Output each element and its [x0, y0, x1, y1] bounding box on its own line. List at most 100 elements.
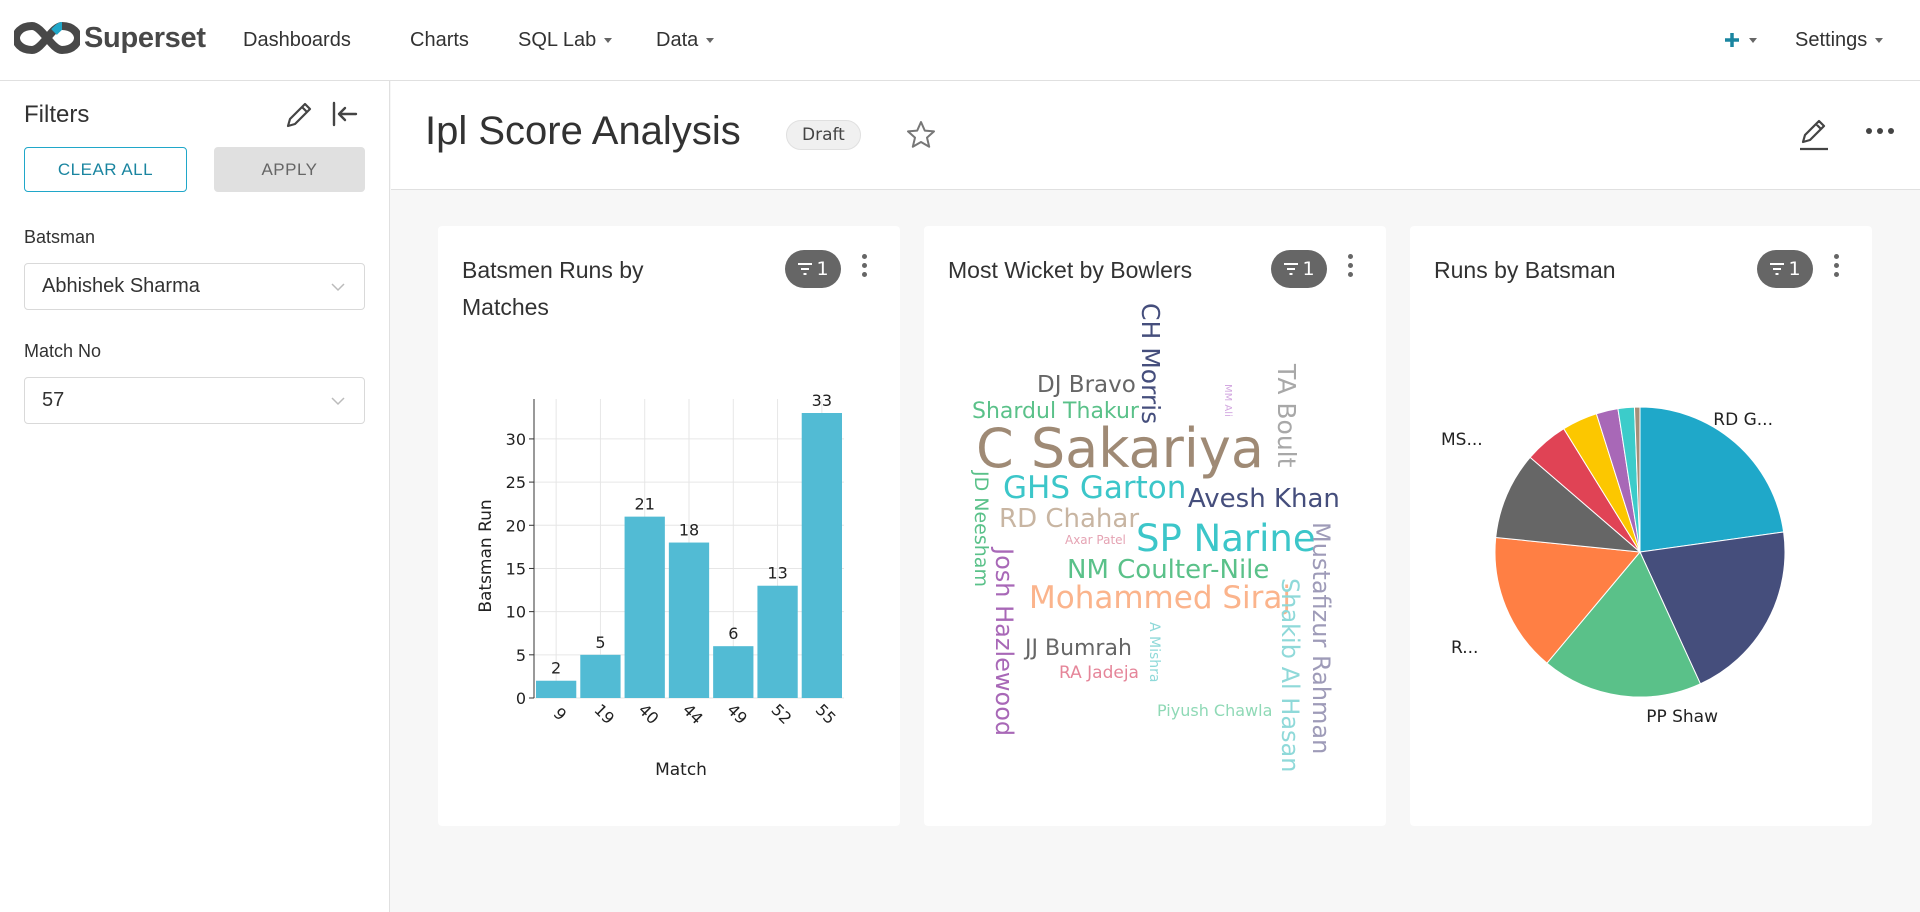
filters-title: Filters	[24, 101, 90, 128]
x-axis-label: Match	[655, 760, 707, 780]
pie-slice-label: RD G...	[1713, 410, 1773, 430]
nav-settings-label: Settings	[1795, 28, 1868, 51]
word-cloud-word: MM Ali	[1222, 384, 1233, 417]
bar-value-label: 5	[595, 633, 605, 652]
caret-down-icon	[1875, 37, 1884, 43]
nav-dashboards[interactable]: Dashboards	[243, 0, 351, 80]
x-tick-label: 19	[590, 700, 618, 728]
superset-logo[interactable]: Superset	[14, 18, 206, 58]
nav-sql-lab-label: SQL Lab	[518, 28, 597, 51]
y-tick-label: 5	[516, 646, 526, 665]
nav-charts-label: Charts	[410, 28, 469, 51]
dashboard-title[interactable]: Ipl Score Analysis	[425, 109, 741, 154]
word-cloud-word: SP Narine	[1136, 517, 1316, 560]
word-cloud-word: NM Coulter-Nile	[1067, 555, 1269, 585]
batsman-select[interactable]: Abhishek Sharma	[24, 263, 365, 310]
match-select-value: 57	[42, 389, 65, 411]
word-cloud-word: Shardul Thakur	[972, 399, 1140, 424]
edit-dashboard-icon[interactable]	[1797, 116, 1831, 152]
word-cloud-word: GHS Garton	[1003, 470, 1186, 506]
x-tick-label: 49	[723, 700, 751, 728]
y-axis-label: Batsman Run	[476, 499, 496, 612]
star-icon[interactable]	[905, 119, 937, 151]
word-cloud-word: Avesh Khan	[1188, 484, 1340, 514]
caret-down-icon	[1749, 37, 1757, 43]
match-select[interactable]: 57	[24, 377, 365, 424]
new-item-menu[interactable]	[1723, 0, 1757, 80]
bar-match-52	[757, 585, 798, 698]
caret-down-icon	[604, 37, 613, 43]
nav-sql-lab[interactable]: SQL Lab	[518, 0, 613, 80]
pie-chart: RD G... PP Shaw R... MS...	[1441, 406, 1786, 727]
pie-slice-label: PP Shaw	[1646, 707, 1718, 727]
bar-value-label: 18	[679, 521, 699, 540]
bar-value-label: 21	[635, 495, 655, 514]
pencil-icon[interactable]	[283, 99, 315, 131]
word-cloud-word: A Mishra	[1146, 622, 1162, 683]
y-tick-label: 30	[506, 430, 526, 449]
pie-slice-label: R...	[1451, 638, 1478, 658]
bar-match-19	[580, 654, 621, 698]
nav-data[interactable]: Data	[656, 0, 715, 80]
word-cloud-word: JD Neesham	[970, 470, 992, 587]
word-cloud-word: Axar Patel	[1065, 533, 1126, 547]
plus-icon	[1725, 33, 1739, 47]
chart-card-runs-by-batsman: Runs by Batsman 1 RD G... PP Shaw R... MS..…	[1410, 226, 1872, 826]
bar-value-label: 2	[551, 659, 561, 678]
x-tick-label: 40	[635, 700, 663, 728]
word-cloud-word: RD Chahar	[999, 504, 1139, 534]
chevron-down-icon	[331, 397, 345, 406]
word-cloud-word: Josh Hazlewood	[990, 546, 1018, 736]
x-tick-label: 55	[812, 700, 840, 728]
bar-chart: 0 5 10 15 20 25 30 2 9 5 19 21 40 18 44 6 49 13 52 33 55 Matc…	[476, 391, 844, 780]
batsman-filter-label: Batsman	[24, 227, 96, 247]
bar-value-label: 33	[812, 391, 832, 410]
filters-sidebar: Filters CLEAR ALL APPLY Batsman Abhishek…	[0, 81, 390, 912]
bar-match-44	[668, 542, 710, 698]
word-cloud-word: Mustafizur Rahman	[1307, 522, 1335, 754]
top-navbar: Superset Dashboards Charts SQL Lab Data …	[0, 0, 1920, 81]
x-tick-label: 52	[768, 700, 796, 728]
word-cloud-word: TA Boult	[1272, 363, 1301, 468]
apply-button[interactable]: APPLY	[214, 147, 365, 192]
logo-text: Superset	[84, 21, 206, 54]
y-tick-label: 25	[506, 473, 526, 492]
clear-all-button[interactable]: CLEAR ALL	[24, 147, 187, 192]
x-tick-label: 9	[550, 704, 571, 725]
chevron-down-icon	[331, 283, 345, 292]
caret-down-icon	[706, 37, 715, 43]
bar-match-55	[801, 413, 842, 698]
nav-settings[interactable]: Settings	[1795, 0, 1884, 80]
bar-match-40	[624, 516, 665, 698]
word-cloud-word: Piyush Chawla	[1157, 701, 1272, 720]
y-tick-label: 0	[516, 689, 526, 708]
word-cloud-word: RA Jadeja	[1059, 663, 1139, 683]
batsman-select-value: Abhishek Sharma	[42, 275, 200, 297]
nav-data-label: Data	[656, 28, 699, 51]
word-cloud-word: JJ Bumrah	[1023, 636, 1132, 661]
word-cloud: C SakariyaSP NarineGHS GartonMohammed Si…	[970, 303, 1340, 772]
word-cloud-word: Shakib Al Hasan	[1276, 578, 1304, 772]
word-cloud-word: CH Morris	[1136, 303, 1165, 424]
word-cloud-word: DJ Bravo	[1037, 372, 1136, 398]
collapse-sidebar-icon[interactable]	[330, 99, 360, 129]
chart-card-most-wickets: Most Wicket by Bowlers 1 C Sakariya SP Na…	[924, 226, 1386, 826]
bar-value-label: 13	[767, 564, 787, 583]
match-filter-label: Match No	[24, 341, 102, 361]
nav-charts[interactable]: Charts	[410, 0, 469, 80]
bar-value-label: 6	[728, 624, 738, 643]
nav-dashboards-label: Dashboards	[243, 28, 351, 51]
bar-match-49	[713, 646, 754, 698]
x-tick-label: 44	[679, 700, 707, 728]
bar-match-9	[536, 680, 577, 698]
more-options-icon[interactable]	[1865, 125, 1895, 137]
y-tick-label: 20	[506, 516, 526, 535]
word-cloud-word: Mohammed Siraj	[1029, 580, 1291, 616]
dashboard-header: Ipl Score Analysis Draft	[391, 81, 1920, 190]
chart-card-batsmen-runs: Batsmen Runs by Matches 1 0 5 10 15 20 25 30 2 9…	[438, 226, 900, 826]
y-tick-label: 10	[506, 603, 526, 622]
y-tick-label: 15	[506, 559, 526, 578]
pie-slice-label: MS...	[1441, 430, 1483, 450]
infinity-logo-icon	[14, 21, 80, 55]
draft-badge[interactable]: Draft	[786, 120, 861, 150]
